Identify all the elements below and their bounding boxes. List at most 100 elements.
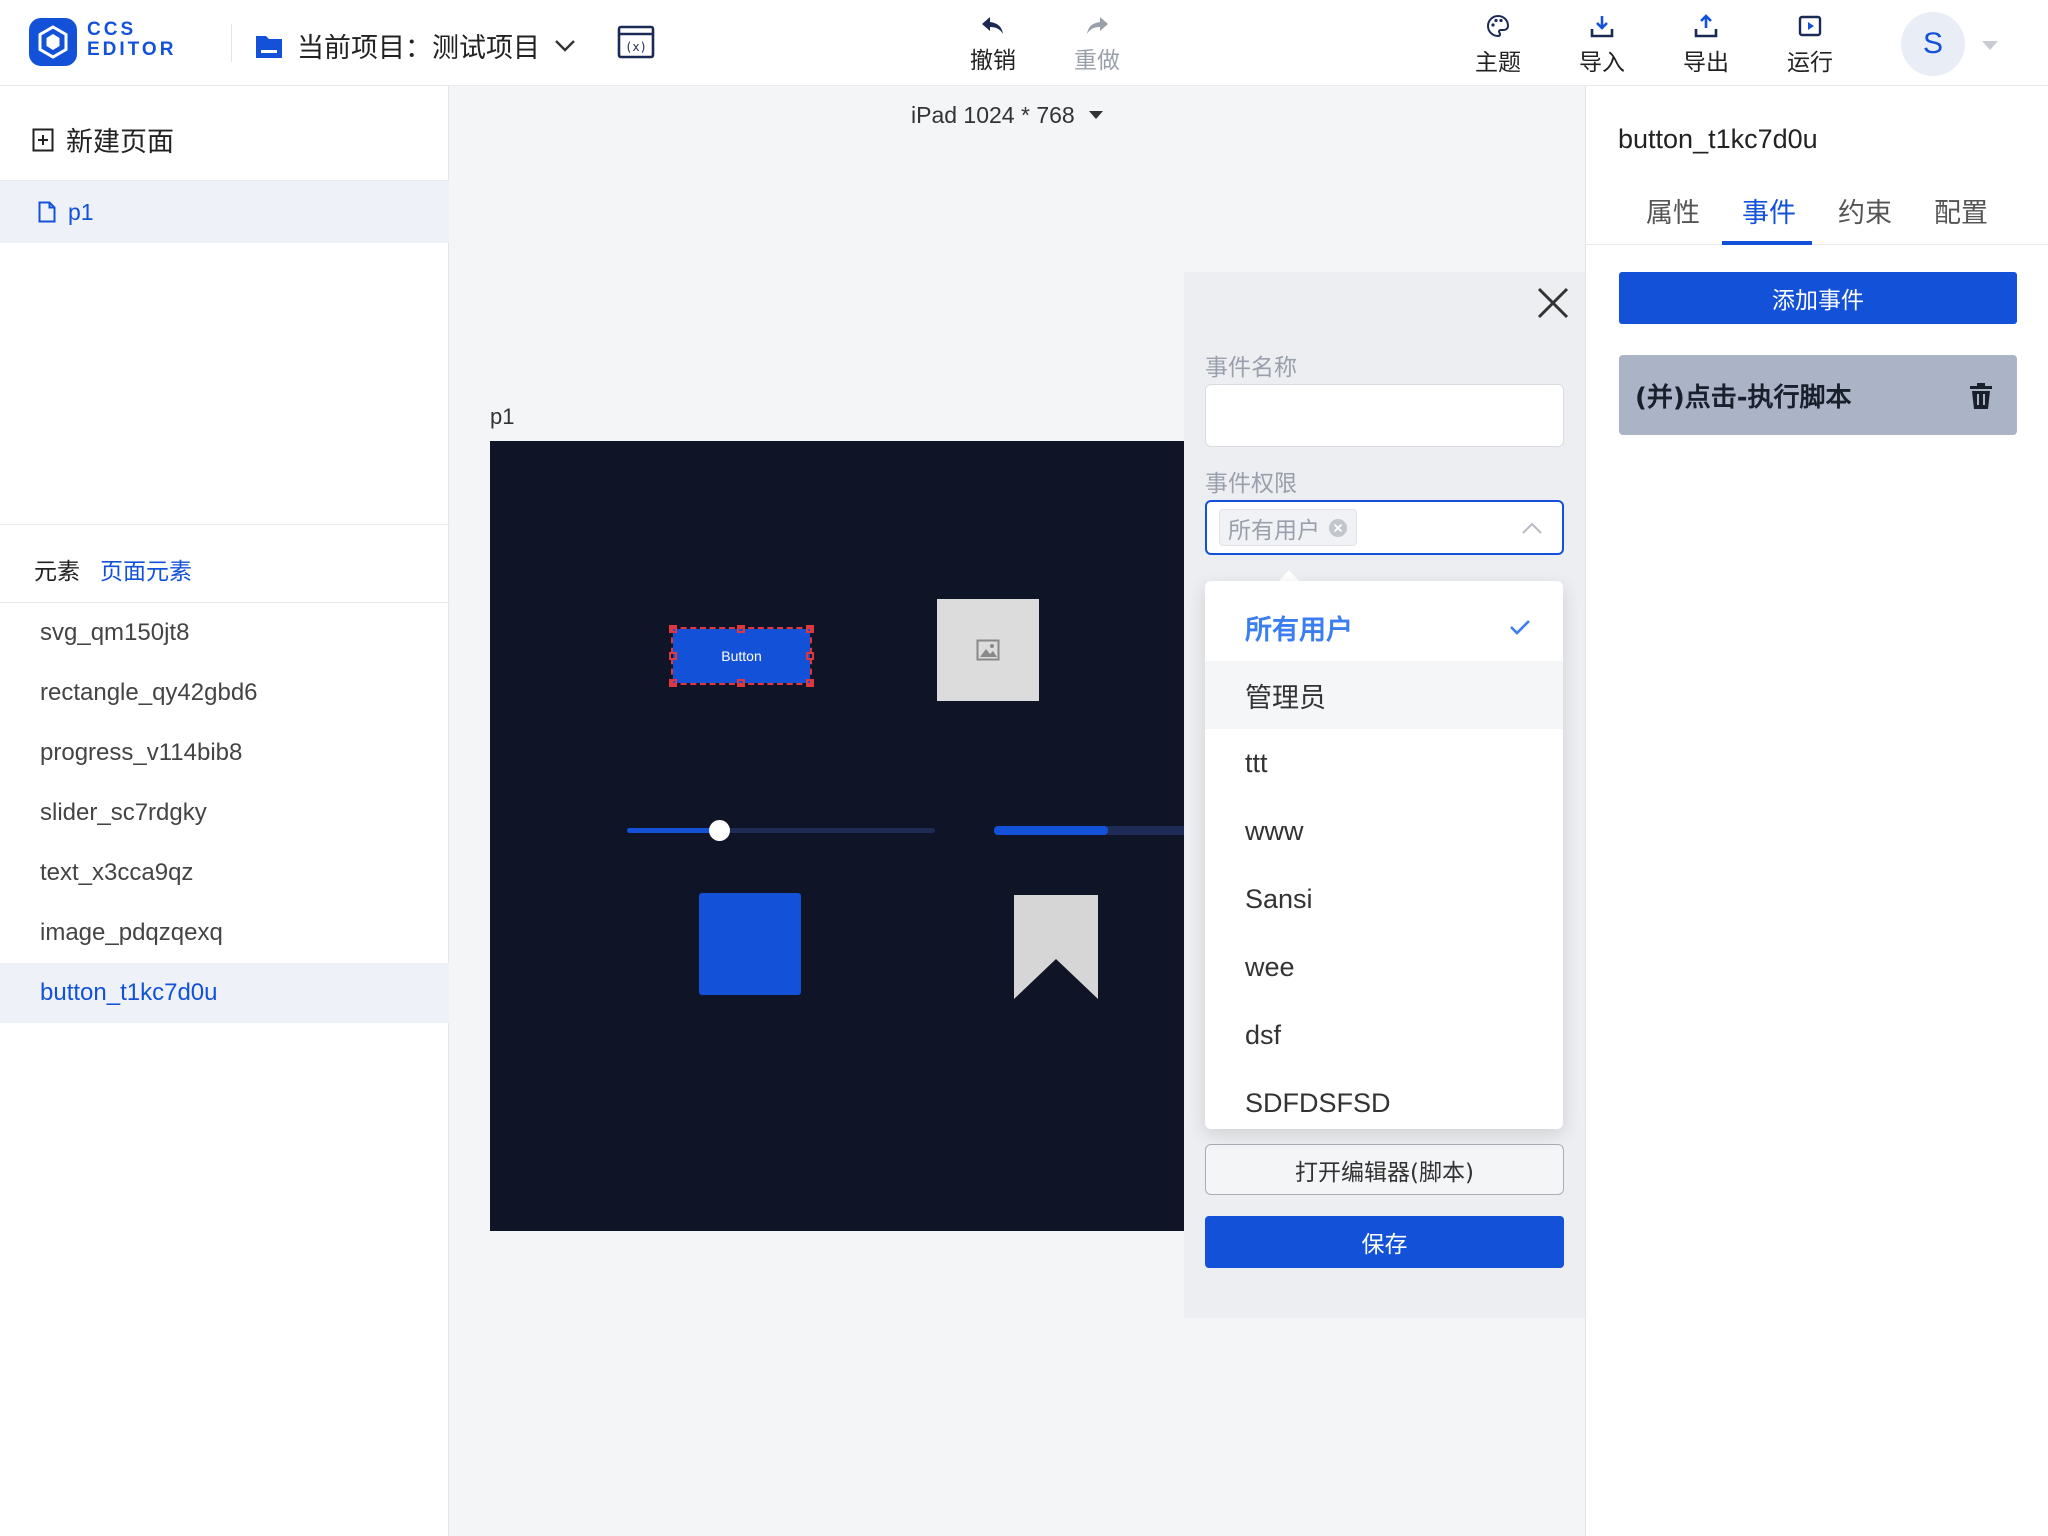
element-item[interactable]: text_x3cca9qz: [0, 843, 449, 903]
active-tab-indicator: [1722, 241, 1812, 245]
import-label: 导入: [1579, 50, 1625, 76]
undo-button[interactable]: 撤销: [962, 16, 1024, 75]
tab-page-elements[interactable]: 页面元素: [100, 552, 192, 586]
project-name: 测试项目: [432, 33, 540, 64]
dropdown-option[interactable]: www: [1205, 797, 1563, 865]
element-tabs: 元素 页面元素: [34, 552, 192, 586]
canvas-image[interactable]: [937, 599, 1039, 701]
dropdown-option[interactable]: ttt: [1205, 729, 1563, 797]
logo-icon: [29, 18, 77, 66]
resize-handle[interactable]: [669, 625, 677, 633]
add-event-button[interactable]: 添加事件: [1619, 272, 2017, 324]
slider-thumb[interactable]: [709, 820, 731, 841]
tab-events[interactable]: 事件: [1742, 191, 1796, 230]
add-page-icon: [32, 128, 54, 151]
canvas-rectangle[interactable]: [699, 893, 801, 995]
device-selector[interactable]: iPad 1024 * 768: [911, 102, 1103, 129]
left-panel: 新建页面 p1 元素 页面元素 svg_qm150jt8 rectangle_q…: [0, 86, 449, 1536]
top-header: CCS EDITOR 当前项目： 测试项目 (x) 撤销 重做 主题 导入 导出…: [0, 0, 2048, 86]
tab-elements[interactable]: 元素: [34, 552, 80, 586]
right-panel: button_t1kc7d0u 属性 事件 约束 配置 添加事件 (并)点击-执…: [1585, 86, 2048, 1536]
save-button[interactable]: 保存: [1205, 1216, 1564, 1268]
open-editor-button[interactable]: 打开编辑器(脚本): [1205, 1144, 1564, 1195]
element-item[interactable]: rectangle_qy42gbd6: [0, 663, 449, 723]
page-icon: [38, 201, 56, 223]
project-selector[interactable]: 当前项目： 测试项目: [255, 26, 576, 65]
export-button[interactable]: 导出: [1676, 14, 1736, 77]
tab-constraints[interactable]: 约束: [1838, 191, 1892, 230]
permission-dropdown: 所有用户 管理员 ttt www Sansi wee dsf SDFDSFSD: [1205, 581, 1563, 1129]
svg-text:(x): (x): [625, 40, 647, 54]
canvas-slider[interactable]: [627, 820, 935, 841]
element-item[interactable]: slider_sc7rdgky: [0, 783, 449, 843]
slider-fill: [627, 828, 720, 833]
event-permission-label: 事件权限: [1205, 471, 1297, 497]
permission-tag-label: 所有用户: [1228, 517, 1320, 544]
canvas-button[interactable]: Button: [669, 625, 814, 687]
design-canvas[interactable]: Button: [490, 441, 1184, 1231]
variables-icon[interactable]: (x): [617, 25, 655, 59]
event-name-input[interactable]: [1205, 384, 1564, 447]
project-label: 当前项目：: [297, 33, 432, 64]
theme-label: 主题: [1475, 50, 1521, 76]
dropdown-option[interactable]: SDFDSFSD: [1205, 1069, 1563, 1129]
resize-handle[interactable]: [737, 625, 745, 633]
page-item-p1[interactable]: p1: [0, 181, 449, 243]
resize-handle[interactable]: [806, 625, 814, 633]
resize-handle[interactable]: [669, 652, 677, 660]
canvas-button-text: Button: [721, 648, 762, 664]
import-icon: [1590, 16, 1614, 38]
import-button[interactable]: 导入: [1572, 14, 1632, 77]
bookmark-icon[interactable]: [1014, 895, 1098, 999]
element-item[interactable]: image_pdqzqexq: [0, 903, 449, 963]
element-item-selected[interactable]: button_t1kc7d0u: [0, 963, 449, 1023]
dropdown-option-selected[interactable]: 所有用户: [1205, 593, 1563, 661]
device-label: iPad 1024 * 768: [911, 102, 1075, 128]
property-tabs: 属性 事件 约束 配置: [1586, 179, 2048, 245]
export-icon: [1694, 14, 1718, 38]
option-label: 所有用户: [1245, 614, 1353, 645]
tab-config[interactable]: 配置: [1934, 191, 1988, 230]
avatar[interactable]: S: [1901, 12, 1965, 76]
save-label: 保存: [1361, 1232, 1408, 1258]
dropdown-option[interactable]: Sansi: [1205, 865, 1563, 933]
canvas-progress: [994, 826, 1184, 835]
page-item-label: p1: [68, 198, 94, 225]
trash-icon[interactable]: [1969, 383, 1993, 409]
element-item[interactable]: svg_qm150jt8: [0, 603, 449, 663]
event-item-label: (并)点击-执行脚本: [1635, 382, 1852, 413]
event-list-item[interactable]: (并)点击-执行脚本: [1619, 355, 2017, 435]
resize-handle[interactable]: [806, 679, 814, 687]
resize-handle[interactable]: [737, 679, 745, 687]
play-icon: [1798, 15, 1822, 37]
close-icon[interactable]: [1536, 286, 1570, 320]
chevron-up-icon: [1522, 522, 1542, 534]
new-page-button[interactable]: 新建页面: [32, 120, 174, 159]
element-item[interactable]: progress_v114bib8: [0, 723, 449, 783]
selected-element-name: button_t1kc7d0u: [1618, 124, 1818, 154]
dropdown-option[interactable]: dsf: [1205, 1001, 1563, 1069]
permission-tag: 所有用户: [1219, 509, 1357, 546]
dropdown-option-hovered[interactable]: 管理员: [1205, 661, 1563, 729]
caret-down-icon: [1088, 111, 1103, 119]
run-label: 运行: [1787, 50, 1833, 76]
progress-fill: [994, 826, 1108, 835]
undo-label: 撤销: [970, 48, 1016, 74]
resize-handle[interactable]: [669, 679, 677, 687]
redo-button[interactable]: 重做: [1066, 16, 1128, 75]
logo-text: CCS EDITOR: [87, 19, 177, 60]
page-title: p1: [490, 404, 515, 429]
caret-down-icon[interactable]: [1982, 41, 1998, 51]
tab-properties[interactable]: 属性: [1646, 191, 1700, 230]
divider: [0, 524, 449, 525]
image-icon: [976, 639, 1000, 661]
permission-select[interactable]: 所有用户: [1205, 500, 1564, 555]
redo-icon: [1087, 17, 1108, 34]
run-button[interactable]: 运行: [1780, 14, 1840, 77]
resize-handle[interactable]: [806, 652, 814, 660]
theme-button[interactable]: 主题: [1468, 14, 1528, 77]
export-label: 导出: [1683, 50, 1729, 76]
tag-close-icon[interactable]: [1328, 518, 1348, 538]
dropdown-option[interactable]: wee: [1205, 933, 1563, 1001]
undo-icon: [982, 17, 1003, 34]
